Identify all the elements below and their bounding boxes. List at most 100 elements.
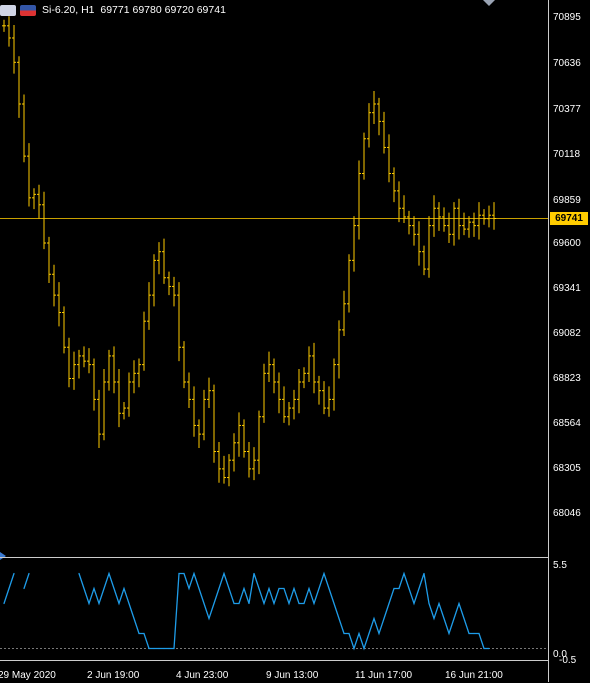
indicator-point xyxy=(478,632,480,635)
indicator-point xyxy=(258,587,260,590)
indicator-point xyxy=(463,617,465,620)
indicator-point xyxy=(118,602,120,605)
time-axis[interactable]: 29 May 2020 2 Jun 19:00 4 Jun 23:00 9 Ju… xyxy=(0,660,548,683)
ohlc-bar xyxy=(142,311,146,371)
ohlc-bar xyxy=(57,282,61,327)
ohlc-bar xyxy=(277,372,281,414)
ohlc-bar xyxy=(467,216,471,238)
ohlc-bar xyxy=(82,346,86,368)
indicator-point xyxy=(283,587,285,590)
ohlc-bar xyxy=(117,368,121,428)
ohlc-bar xyxy=(287,401,291,426)
indicator-point xyxy=(103,587,105,590)
indicator-point xyxy=(213,602,215,605)
ohlc-bar xyxy=(367,103,371,148)
ohlc-bar xyxy=(492,202,496,230)
indicator-min-label: -0.5 xyxy=(559,655,577,666)
indicator-point xyxy=(218,587,220,590)
ohlc-bar xyxy=(452,202,456,246)
indicator-point xyxy=(163,647,165,650)
ohlc-bar xyxy=(202,389,206,441)
indicator-point xyxy=(358,632,360,635)
indicator-point xyxy=(363,647,365,650)
indicator-point xyxy=(238,602,240,605)
ohlc-bar xyxy=(477,202,481,240)
ohlc-bar xyxy=(182,341,186,389)
indicator-point xyxy=(483,647,485,650)
indicator-point xyxy=(323,572,325,575)
ohlc-bar xyxy=(447,212,451,243)
indicator-point xyxy=(423,572,425,575)
ohlc-bar xyxy=(397,181,401,223)
ohlc-bar xyxy=(197,419,201,449)
ohlc-bar xyxy=(12,24,16,74)
indicator-point xyxy=(328,587,330,590)
price-tick: 68305 xyxy=(553,463,581,474)
indicator-point xyxy=(443,617,445,620)
ohlc-bar xyxy=(137,358,141,388)
indicator-point xyxy=(243,587,245,590)
indicator-point xyxy=(3,602,5,605)
ohlc-bar xyxy=(107,349,111,391)
ohlc-bar xyxy=(162,238,166,284)
price-tick: 70377 xyxy=(553,104,581,115)
ohlc-bar xyxy=(227,454,231,487)
ohlc-bar xyxy=(257,410,261,475)
indicator-point xyxy=(388,602,390,605)
price-chart[interactable] xyxy=(0,0,548,554)
ohlc-bar xyxy=(267,351,271,382)
indicator-point xyxy=(178,572,180,575)
ohlc-bar xyxy=(67,337,71,388)
current-price-label: 69741 xyxy=(550,212,588,225)
indicator-chart[interactable] xyxy=(0,557,548,661)
time-tick: 29 May 2020 xyxy=(0,670,56,681)
ohlc-bar xyxy=(382,111,386,154)
ohlc-bar xyxy=(362,132,366,180)
indicator-point xyxy=(153,647,155,650)
ohlc-bar xyxy=(487,205,491,228)
price-axis[interactable]: 70895 70636 70377 70118 69859 69741 6960… xyxy=(548,0,590,682)
indicator-point xyxy=(448,632,450,635)
indicator-point xyxy=(293,587,295,590)
indicator-point xyxy=(78,572,80,575)
ohlc-bar xyxy=(472,212,476,237)
price-tick: 69600 xyxy=(553,238,581,249)
indicator-point xyxy=(208,617,210,620)
indicator-point xyxy=(193,572,195,575)
indicator-point xyxy=(273,602,275,605)
ohlc-bar xyxy=(422,245,426,276)
ohlc-bar xyxy=(312,342,316,394)
ohlc-bar xyxy=(112,346,116,394)
ohlc-bar xyxy=(342,290,346,336)
ohlc-bar xyxy=(482,209,486,225)
ohlc-bar xyxy=(2,19,6,32)
ohlc-bar xyxy=(327,386,331,417)
ohlc-bar xyxy=(412,216,416,246)
indicator-point xyxy=(308,587,310,590)
ohlc-bar xyxy=(147,282,151,330)
indicator-point xyxy=(438,602,440,605)
indicator-point xyxy=(313,602,315,605)
ohlc-bar xyxy=(427,216,431,278)
ohlc-bar xyxy=(17,56,21,118)
ohlc-bar xyxy=(97,389,101,449)
price-tick: 70636 xyxy=(553,58,581,69)
indicator-point xyxy=(418,587,420,590)
indicator-point xyxy=(263,602,265,605)
indicator-point xyxy=(333,602,335,605)
indicator-point xyxy=(183,572,185,575)
indicator-point xyxy=(473,632,475,635)
indicator-point xyxy=(468,632,470,635)
ohlc-bar xyxy=(377,97,381,136)
ohlc-bar xyxy=(297,368,301,414)
ohlc-bar xyxy=(392,167,396,203)
ohlc-bar xyxy=(242,419,246,458)
ohlc-bar xyxy=(152,254,156,307)
ohlc-bar xyxy=(462,212,466,236)
indicator-point xyxy=(488,647,490,650)
time-tick: 2 Jun 19:00 xyxy=(87,670,140,681)
indicator-point xyxy=(13,572,15,575)
indicator-point xyxy=(408,587,410,590)
ohlc-bar xyxy=(237,412,241,457)
indicator-point xyxy=(223,572,225,575)
